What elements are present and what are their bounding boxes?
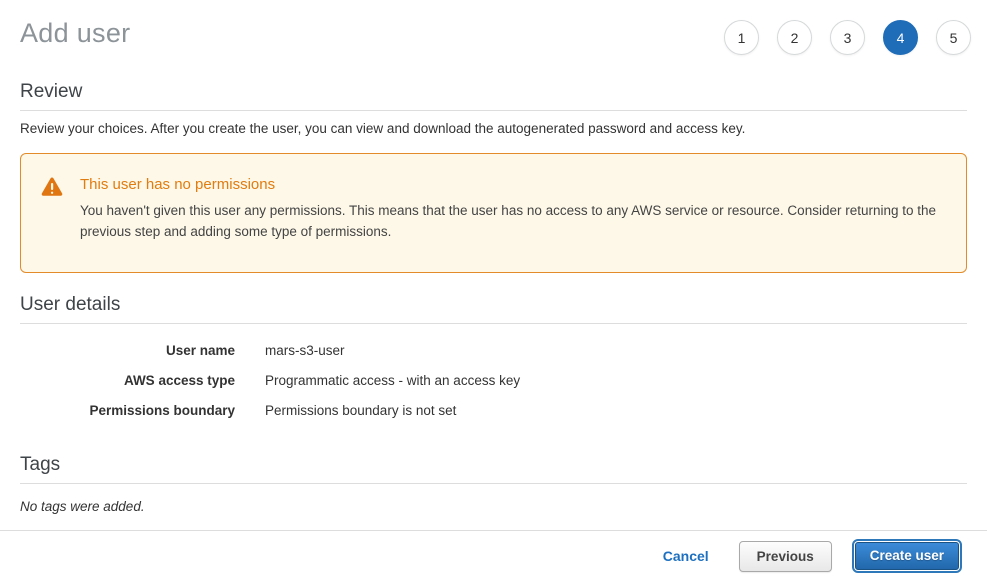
wizard-header: Add user 1 2 3 4 5	[0, 0, 987, 55]
step-1: 1	[724, 20, 759, 55]
create-user-button[interactable]: Create user	[855, 542, 959, 570]
user-details-heading: User details	[20, 294, 967, 324]
step-5: 5	[936, 20, 971, 55]
page-title: Add user	[20, 16, 130, 49]
detail-value: mars-s3-user	[265, 343, 345, 358]
detail-label: AWS access type	[0, 373, 235, 388]
review-heading: Review	[20, 81, 967, 111]
previous-button[interactable]: Previous	[739, 541, 832, 572]
cancel-link[interactable]: Cancel	[663, 548, 709, 564]
detail-row-user-name: User name mars-s3-user	[0, 336, 987, 366]
review-section: Review Review your choices. After you cr…	[0, 81, 987, 136]
detail-row-permissions-boundary: Permissions boundary Permissions boundar…	[0, 396, 987, 426]
tags-section: Tags No tags were added.	[0, 454, 987, 514]
tags-heading: Tags	[20, 454, 967, 484]
warning-triangle-icon	[41, 177, 63, 202]
detail-row-access-type: AWS access type Programmatic access - wi…	[0, 366, 987, 396]
step-2: 2	[777, 20, 812, 55]
step-4: 4	[883, 20, 918, 55]
detail-value: Programmatic access - with an access key	[265, 373, 520, 388]
warning-title: This user has no permissions	[80, 176, 940, 193]
review-description: Review your choices. After you create th…	[20, 121, 967, 136]
detail-label: User name	[0, 343, 235, 358]
step-3: 3	[830, 20, 865, 55]
detail-value: Permissions boundary is not set	[265, 403, 456, 418]
detail-label: Permissions boundary	[0, 403, 235, 418]
tags-empty-text: No tags were added.	[20, 499, 967, 514]
user-details-section: User details User name mars-s3-user AWS …	[0, 294, 987, 426]
warning-content: This user has no permissions You haven't…	[80, 176, 940, 242]
step-indicator: 1 2 3 4 5	[724, 16, 971, 55]
create-user-button-focus-ring: Create user	[852, 539, 962, 573]
warning-body: You haven't given this user any permissi…	[80, 200, 940, 242]
user-details-rows: User name mars-s3-user AWS access type P…	[0, 336, 987, 426]
wizard-footer: Cancel Previous Create user	[0, 530, 987, 581]
no-permissions-warning: This user has no permissions You haven't…	[20, 153, 967, 273]
